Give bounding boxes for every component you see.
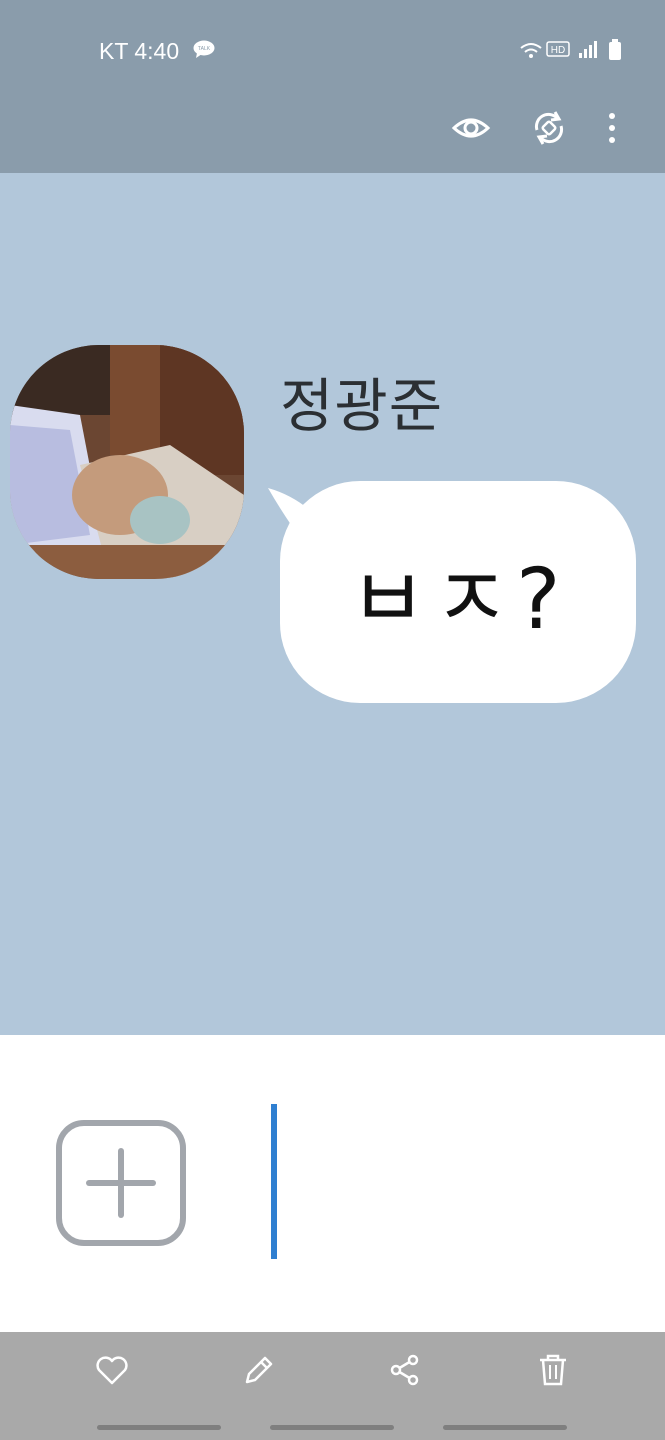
- share-icon[interactable]: [387, 1352, 423, 1388]
- nav-indicator-right: [443, 1425, 567, 1430]
- status-icons: HD: [520, 39, 621, 60]
- text-cursor: [271, 1104, 277, 1259]
- profile-photo: [10, 345, 244, 579]
- heart-icon[interactable]: [94, 1352, 130, 1388]
- battery-icon: [609, 39, 621, 60]
- carrier-time: KT 4:40: [99, 38, 180, 64]
- viewer-toolbar: [0, 100, 665, 173]
- bottom-action-bar: [0, 1332, 665, 1440]
- talk-badge-text: TALK: [198, 46, 211, 52]
- edit-icon[interactable]: [241, 1352, 277, 1388]
- talk-notification-icon: TALK: [193, 40, 215, 58]
- wifi-icon: [520, 43, 542, 58]
- rotate-icon[interactable]: [529, 108, 569, 148]
- status-bar: KT 4:40 TALK HD: [0, 0, 665, 100]
- hd-badge-text: HD: [551, 45, 565, 56]
- message-bubble[interactable]: ㅂㅈ?: [280, 481, 636, 703]
- more-vertical-icon[interactable]: [592, 108, 632, 148]
- chat-area: 정광준 ㅂㅈ?: [0, 173, 665, 1035]
- signal-icon: [579, 41, 597, 58]
- message-input-area[interactable]: [0, 1035, 665, 1332]
- message-text: ㅂㅈ?: [349, 549, 567, 648]
- eye-icon[interactable]: [451, 108, 491, 148]
- sender-name: 정광준: [280, 372, 444, 440]
- add-attachment-button[interactable]: [56, 1120, 186, 1246]
- plus-icon: [86, 1148, 156, 1218]
- hd-voice-icon: HD: [546, 41, 570, 57]
- trash-icon[interactable]: [535, 1352, 571, 1388]
- nav-indicator-center: [270, 1425, 394, 1430]
- nav-indicator-left: [97, 1425, 221, 1430]
- avatar[interactable]: [10, 345, 244, 579]
